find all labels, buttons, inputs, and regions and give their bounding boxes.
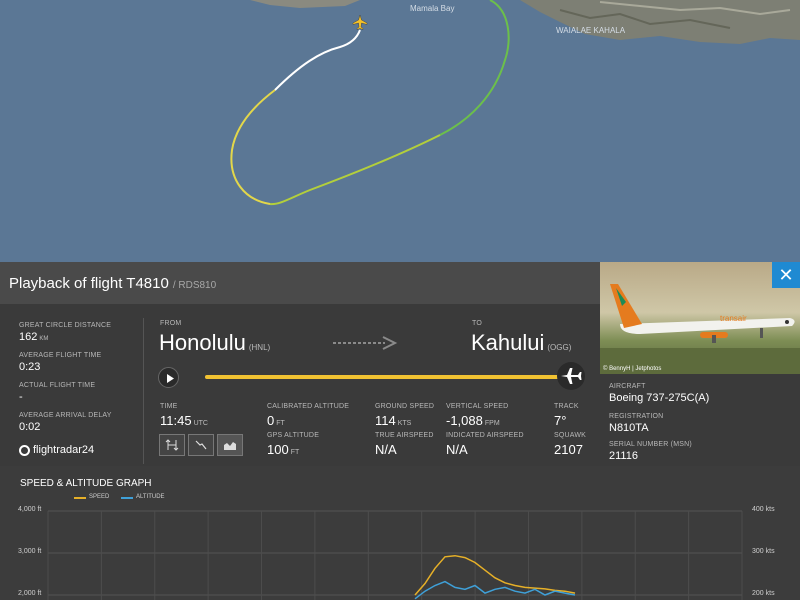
map-label-bay: Mamala Bay [410,4,455,13]
fr24-logo: flightradar24 [19,444,94,456]
vs-value: -1,088 FPM [446,413,500,428]
time-value: 11:45 UTC [160,413,208,428]
from-label: FROM [160,320,182,327]
map-canvas [230,0,800,206]
aft-label: AVERAGE FLIGHT TIME [19,352,102,359]
cal-alt-value: 0 FT [267,413,285,428]
registration-label: REGISTRATION [609,413,664,420]
track-label: TRACK [554,403,579,410]
close-icon: ✕ [778,265,794,285]
playback-slider[interactable] [205,375,567,379]
play-icon [167,374,174,383]
squawk-value: 2107 [554,442,583,457]
airplane-icon [561,368,582,384]
tas-label: TRUE AIRSPEED [375,432,434,439]
playback-progress [205,375,567,379]
aad-value: 0:02 [19,421,41,433]
tas-value: N/A [375,442,397,457]
route-view-button[interactable] [188,434,214,456]
livery-text: transair [720,314,747,323]
fr24-logo-text: flightradar24 [33,444,95,456]
squawk-label: SQUAWK [554,432,587,439]
gcd-label: GREAT CIRCLE DISTANCE [19,322,112,329]
aircraft-map-marker [352,14,368,30]
graph-plot [47,510,743,600]
speed-altitude-graph: SPEED & ALTITUDE GRAPH SPEED ALTITUDE 4,… [0,466,800,600]
act-value: - [19,391,23,403]
expand-icon [165,439,179,451]
time-label: TIME [160,403,178,410]
flight-info-panel: Playback of flight T4810/ RDS810 GREAT C… [0,262,600,466]
gps-alt-label: GPS ALTITUDE [267,432,320,439]
panel-title: Playback of flight T4810/ RDS810 [9,275,216,292]
graph-view-button[interactable] [217,434,243,456]
ias-value: N/A [446,442,468,457]
gs-label: GROUND SPEED [375,403,435,410]
close-button[interactable]: ✕ [772,262,800,288]
playback-handle[interactable] [557,362,585,390]
expand-view-button[interactable] [159,434,185,456]
aircraft-info: AIRCRAFT Boeing 737-275C(A) REGISTRATION… [600,374,800,466]
aircraft-value: Boeing 737-275C(A) [609,392,710,404]
registration-value: N810TA [609,422,649,434]
column-divider [143,318,144,464]
flight-title: Playback of flight T4810 [9,275,169,292]
fr24-logo-icon [19,444,30,456]
play-button[interactable] [158,367,179,388]
aircraft-label: AIRCRAFT [609,383,646,390]
act-label: ACTUAL FLIGHT TIME [19,382,96,389]
to-city: Kahului (OGG) [471,330,572,355]
panel-header: Playback of flight T4810/ RDS810 [0,262,600,304]
map-label-district: WAIALAE KAHALA [556,26,626,35]
gs-value: 114 KTS [375,413,412,428]
aad-label: AVERAGE ARRIVAL DELAY [19,412,112,419]
route-arrow-icon [333,336,398,350]
msn-value: 21116 [609,450,638,462]
ias-label: INDICATED AIRSPEED [446,432,524,439]
vs-label: VERTICAL SPEED [446,403,509,410]
aircraft-photo-image: transair [600,284,800,374]
flight-callsign: / RDS810 [172,280,217,291]
cal-alt-label: CALIBRATED ALTITUDE [267,403,350,410]
aircraft-photo: transair © BennyH | Jetphotos [600,262,800,374]
photo-credit: © BennyH | Jetphotos [603,366,662,372]
msn-label: SERIAL NUMBER (MSN) [609,441,692,448]
from-city: Honolulu (HNL) [159,330,271,355]
track-value: 7° [554,413,567,428]
gps-alt-value: 100 FT [267,442,300,457]
chart-icon [224,442,236,450]
route-icon [195,440,207,450]
to-label: TO [472,320,482,327]
aft-value: 0:23 [19,361,41,373]
flight-playback-screen: Mamala Bay WAIALAE KAHALA Playback of fl… [0,0,800,600]
map-view[interactable]: Mamala Bay WAIALAE KAHALA [0,0,800,262]
gcd-value: 162 KM [19,331,49,343]
